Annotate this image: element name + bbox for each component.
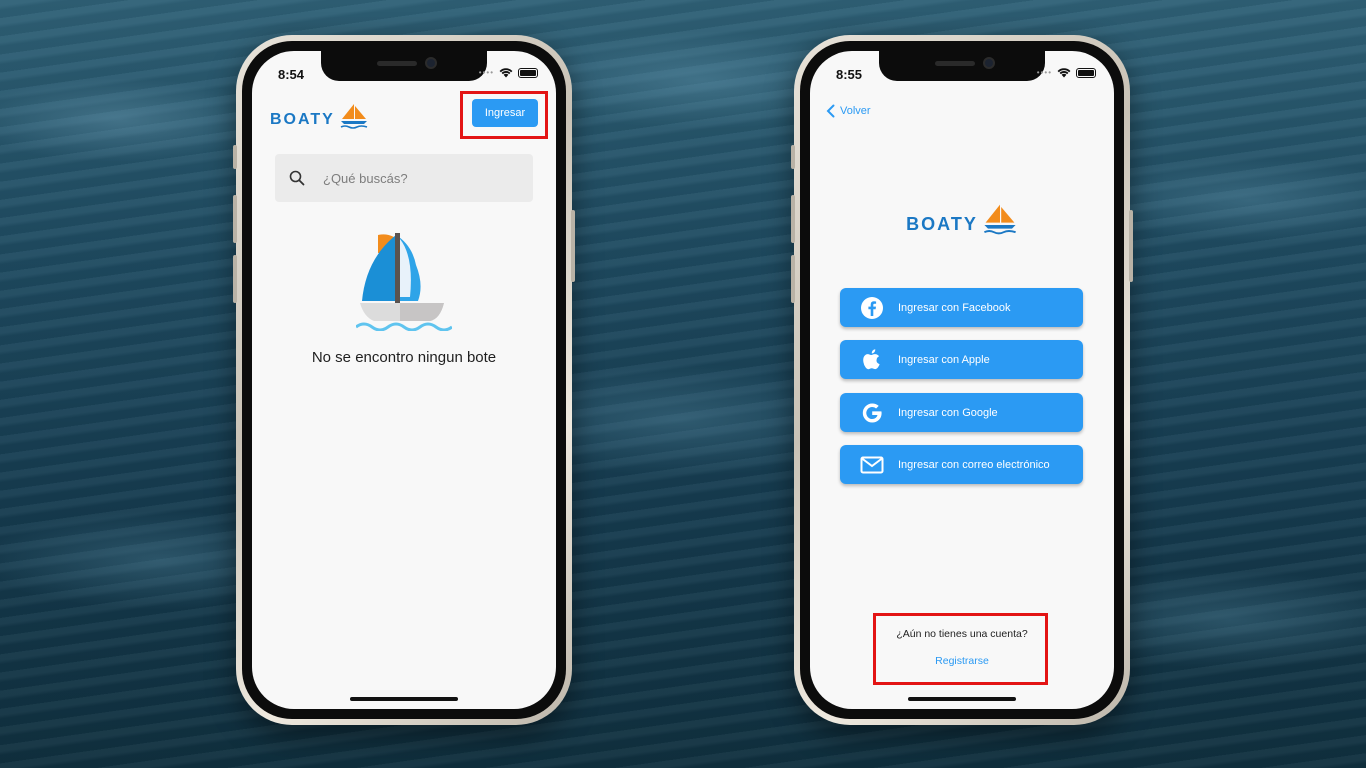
login-facebook-label: Ingresar con Facebook (898, 301, 1011, 314)
boaty-logo: BOATY (810, 203, 1114, 235)
back-button[interactable]: Volver (826, 104, 871, 118)
notch (321, 51, 487, 81)
front-camera (425, 57, 437, 69)
status-time: 8:54 (278, 67, 305, 82)
login-google-button[interactable]: Ingresar con Google (840, 393, 1083, 432)
chevron-left-icon (826, 104, 835, 118)
facebook-icon (860, 296, 884, 319)
google-icon (860, 401, 884, 425)
wifi-icon (1057, 68, 1071, 78)
speaker (935, 61, 975, 66)
back-label: Volver (840, 105, 871, 117)
search-icon (289, 170, 305, 186)
front-camera (983, 57, 995, 69)
home-indicator (350, 697, 458, 701)
phone-bezel: 8:54 •••• BOATY Ingresar ¿Qué buscás? No… (242, 41, 566, 719)
sailboat-logo-icon (983, 204, 1016, 235)
speaker (377, 61, 417, 66)
highlight-box-register (873, 613, 1048, 685)
volume-down-button (791, 255, 795, 303)
mute-switch (791, 145, 795, 169)
login-apple-label: Ingresar con Apple (898, 353, 990, 366)
phone-right: 8:55 •••• Volver BOATY Ingresar con Face… (791, 35, 1133, 725)
sailboat-logo-icon (340, 104, 368, 129)
battery-icon (518, 67, 538, 78)
battery-icon (1076, 67, 1096, 78)
empty-state-message: No se encontro ningun bote (311, 349, 497, 366)
sailboat-illustration (356, 233, 452, 331)
notch (879, 51, 1045, 81)
status-icons: •••• (479, 67, 538, 78)
status-icons: •••• (1037, 67, 1096, 78)
login-email-label: Ingresar con correo electrónico (898, 458, 1050, 471)
mute-switch (233, 145, 237, 169)
login-apple-button[interactable]: Ingresar con Apple (840, 340, 1083, 379)
login-facebook-button[interactable]: Ingresar con Facebook (840, 288, 1083, 327)
wifi-icon (499, 68, 513, 78)
boaty-logo: BOATY (270, 103, 369, 129)
power-button (571, 210, 575, 282)
phone-bezel: 8:55 •••• Volver BOATY Ingresar con Face… (800, 41, 1124, 719)
login-google-label: Ingresar con Google (898, 406, 998, 419)
volume-up-button (791, 195, 795, 243)
search-bar[interactable]: ¿Qué buscás? (275, 154, 533, 202)
logo-text: BOATY (270, 111, 335, 128)
highlight-box-login (460, 91, 548, 139)
login-email-button[interactable]: Ingresar con correo electrónico (840, 445, 1083, 484)
home-screen: 8:54 •••• BOATY Ingresar ¿Qué buscás? No… (252, 51, 556, 709)
login-screen: 8:55 •••• Volver BOATY Ingresar con Face… (810, 51, 1114, 709)
signal-dots-icon: •••• (1036, 68, 1052, 77)
search-input[interactable]: ¿Qué buscás? (323, 171, 408, 186)
phone-left: 8:54 •••• BOATY Ingresar ¿Qué buscás? No… (233, 35, 575, 725)
power-button (1129, 210, 1133, 282)
apple-icon (860, 348, 884, 372)
volume-down-button (233, 255, 237, 303)
logo-text: BOATY (906, 214, 978, 234)
signal-dots-icon: •••• (478, 68, 494, 77)
volume-up-button (233, 195, 237, 243)
status-time: 8:55 (836, 67, 863, 82)
home-indicator (908, 697, 1016, 701)
mail-icon (860, 456, 884, 474)
